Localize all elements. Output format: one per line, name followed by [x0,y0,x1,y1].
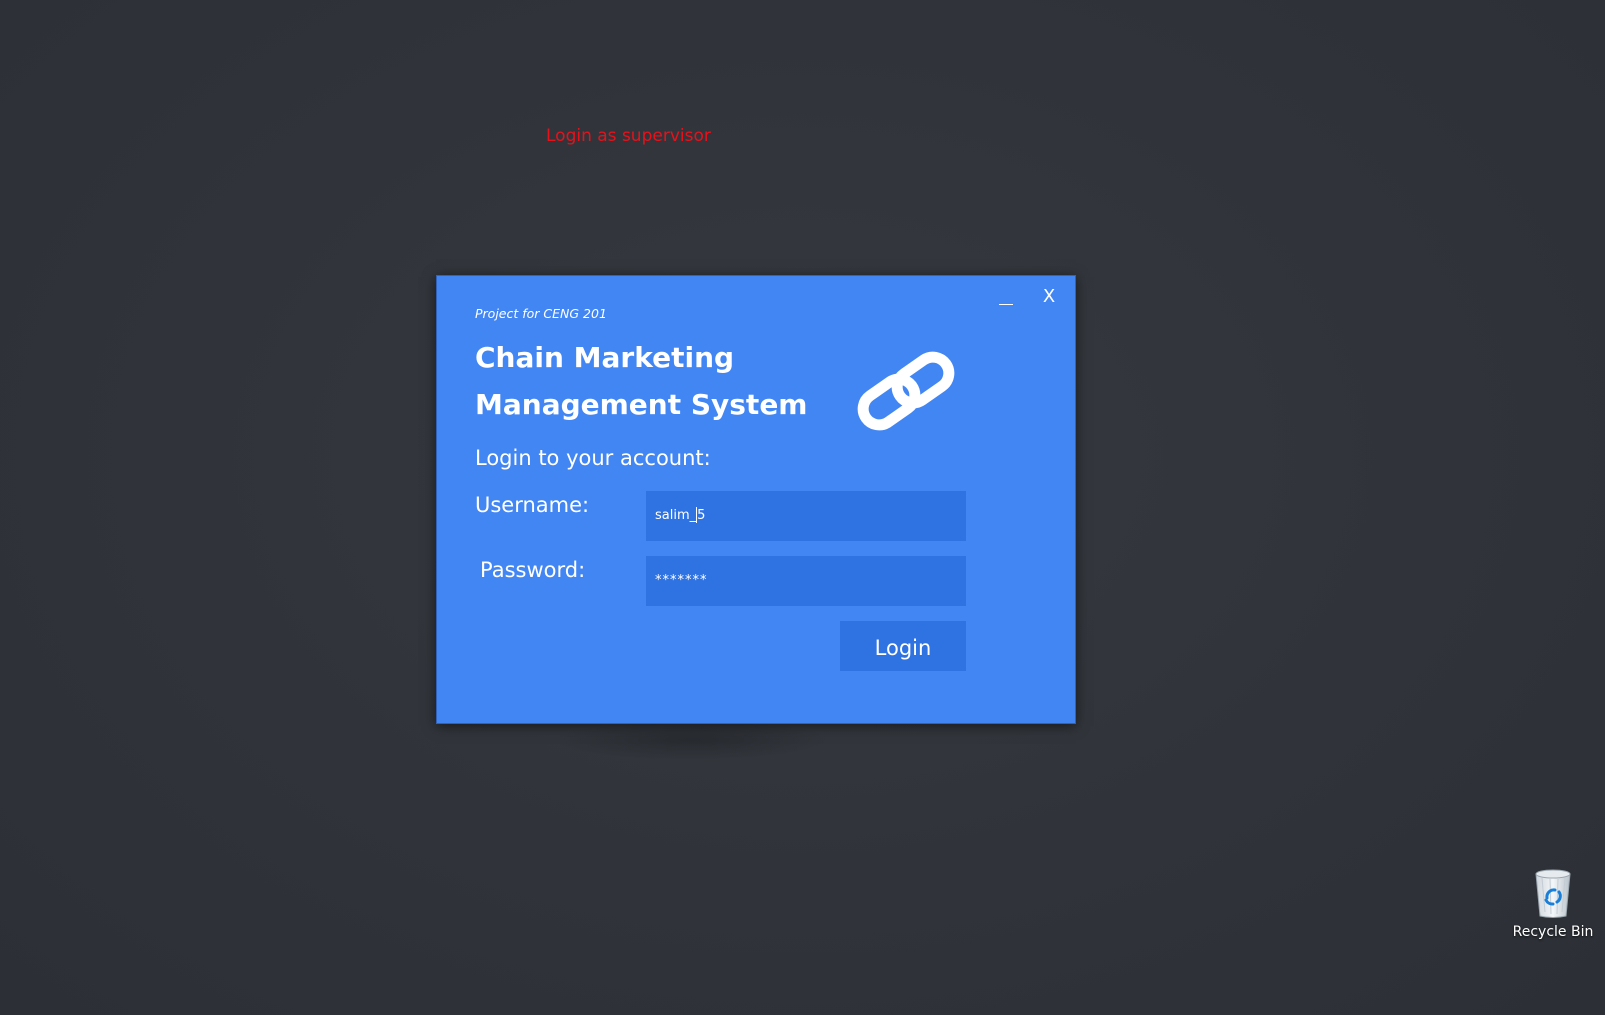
username-value-before-caret: salim_ [655,508,697,523]
app-title-line-1: Chain Marketing [475,341,735,374]
project-note: Project for CENG 201 [475,306,607,321]
login-dialog: X Project for CENG 201 Chain Marketing M… [436,275,1076,724]
app-title: Chain Marketing Management System [475,334,835,428]
desktop-background-shadow [552,720,832,760]
username-input[interactable]: salim_5 [646,491,966,541]
login-prompt: Login to your account: [475,446,711,470]
password-label: Password: [480,558,586,582]
recycle-bin-label: Recycle Bin [1512,924,1594,940]
recycle-bin-shortcut[interactable]: Recycle Bin [1508,864,1598,954]
chain-link-icon [857,351,955,431]
username-label: Username: [475,493,590,517]
close-button[interactable]: X [1034,284,1064,310]
minimize-icon [999,304,1013,305]
username-value-after-caret: 5 [697,508,706,523]
app-title-line-2: Management System [475,388,808,421]
minimize-button[interactable] [991,284,1021,310]
password-input[interactable]: ******* [646,556,966,606]
recycle-bin-icon [1535,869,1571,918]
annotation-text: Login as supervisor [546,126,711,146]
login-button[interactable]: Login [840,621,966,671]
